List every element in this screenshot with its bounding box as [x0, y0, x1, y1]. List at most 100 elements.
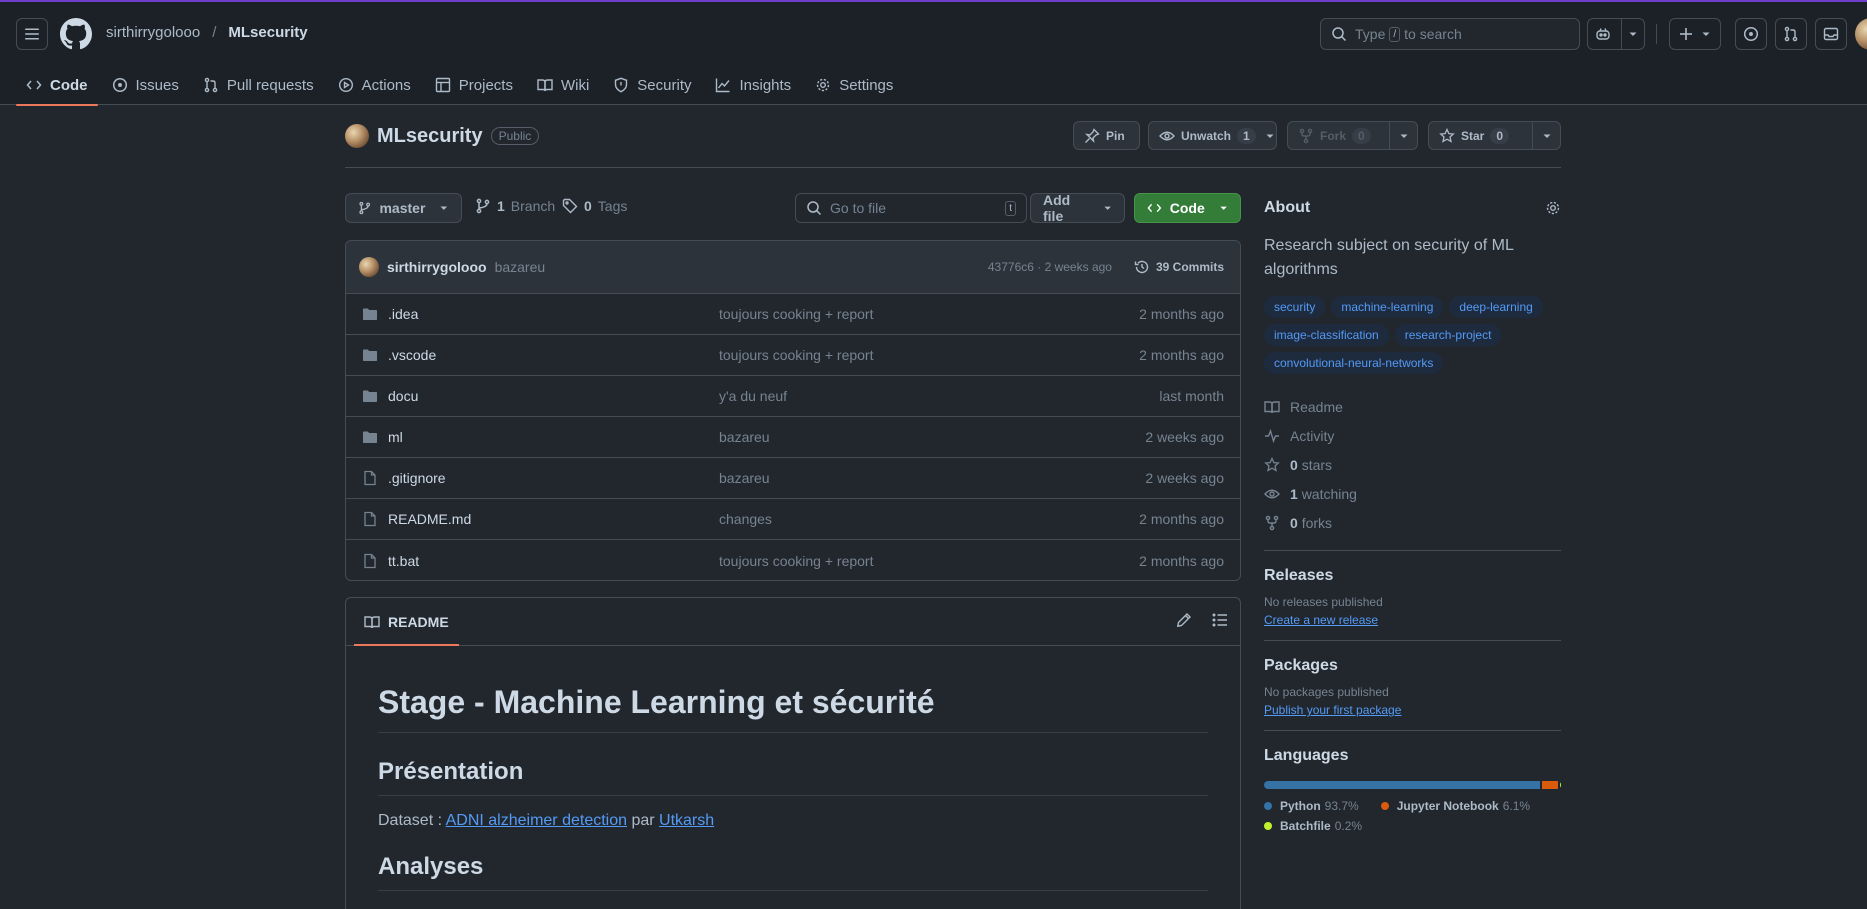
topic-tag[interactable]: security — [1264, 296, 1326, 318]
language-item[interactable]: Python 93.7% — [1264, 799, 1359, 813]
search-icon — [1332, 27, 1347, 42]
file-row[interactable]: ml bazareu 2 weeks ago — [346, 417, 1240, 458]
releases-empty: No releases published — [1264, 595, 1383, 609]
file-row[interactable]: .idea toujours cooking + report 2 months a… — [346, 294, 1240, 335]
fork-dropdown[interactable] — [1389, 122, 1417, 149]
unwatch-button[interactable]: Unwatch 1 — [1148, 121, 1277, 150]
file-commit-message[interactable]: toujours cooking + report — [719, 553, 873, 569]
file-row[interactable]: .gitignore bazareu 2 weeks ago — [346, 458, 1240, 499]
publish-package-link[interactable]: Publish your first package — [1264, 703, 1561, 717]
tags-link[interactable]: 0 Tags — [562, 198, 627, 214]
add-file-button[interactable]: Add file — [1030, 192, 1125, 224]
tab-actions-label: Actions — [361, 76, 411, 94]
file-name-link[interactable]: docu — [388, 388, 418, 404]
commit-message[interactable]: bazareu — [495, 259, 546, 275]
pin-button[interactable]: Pin — [1073, 121, 1140, 150]
forks-link[interactable]: 0 forks — [1264, 508, 1561, 537]
file-commit-message[interactable]: y'a du neuf — [719, 388, 787, 404]
commit-author[interactable]: sirthirrygolooo — [387, 259, 487, 275]
tab-issues[interactable]: Issues — [102, 64, 189, 106]
branch-select-button[interactable]: master — [345, 193, 462, 223]
file-row[interactable]: .vscode toujours cooking + report 2 months… — [346, 335, 1240, 376]
commit-author-avatar[interactable] — [359, 257, 379, 277]
fork-button[interactable]: Fork 0 — [1287, 121, 1418, 150]
inbox-button[interactable] — [1815, 18, 1847, 50]
file-commit-message[interactable]: bazareu — [719, 470, 770, 486]
dataset-author-link[interactable]: Utkarsh — [659, 812, 714, 829]
menu-button[interactable] — [16, 18, 48, 50]
file-row-icon — [362, 347, 378, 363]
owner-link[interactable]: sirthirrygolooo — [106, 24, 200, 41]
language-item[interactable]: Jupyter Notebook 6.1% — [1380, 799, 1530, 813]
search-icon — [807, 201, 822, 216]
file-commit-message[interactable]: changes — [719, 511, 772, 527]
repo-link[interactable]: MLsecurity — [228, 24, 307, 41]
pencil-icon[interactable] — [1176, 612, 1192, 628]
releases-title[interactable]: Releases — [1264, 567, 1561, 585]
owner-avatar[interactable] — [345, 124, 369, 148]
commits-link[interactable]: 39 Commits — [1134, 259, 1224, 275]
topic-tag[interactable]: image-classification — [1264, 324, 1389, 346]
topic-tag[interactable]: convolutional-neural-networks — [1264, 352, 1444, 374]
star-button[interactable]: Star 0 — [1428, 121, 1561, 150]
language-item[interactable]: Batchfile 0.2% — [1264, 819, 1362, 833]
topic-tag[interactable]: research-project — [1394, 324, 1502, 346]
copilot-button[interactable] — [1587, 18, 1645, 50]
issues-button[interactable] — [1735, 18, 1767, 50]
topic-tag[interactable]: machine-learning — [1331, 296, 1444, 318]
file-commit-message[interactable]: bazareu — [719, 429, 770, 445]
tab-insights[interactable]: Insights — [705, 64, 801, 106]
file-name-link[interactable]: .idea — [388, 306, 418, 322]
star-dropdown[interactable] — [1532, 122, 1560, 149]
file-name-link[interactable]: tt.bat — [388, 553, 419, 569]
topic-tag[interactable]: deep-learning — [1449, 296, 1543, 318]
user-avatar[interactable] — [1855, 18, 1867, 50]
tab-security[interactable]: Security — [603, 64, 701, 106]
languages-title: Languages — [1264, 747, 1349, 764]
watching-link[interactable]: 1 watching — [1264, 479, 1561, 508]
tab-projects[interactable]: Projects — [425, 64, 523, 106]
tab-settings[interactable]: Settings — [805, 64, 903, 106]
tab-wiki[interactable]: Wiki — [527, 64, 599, 106]
activity-link[interactable]: Activity — [1264, 421, 1561, 450]
tab-code[interactable]: Code — [16, 64, 98, 106]
file-table: sirthirrygolooo bazareu 43776c6 · 2 week… — [345, 240, 1241, 581]
file-name-link[interactable]: README.md — [388, 511, 471, 527]
go-to-file-input[interactable]: Go to file t — [795, 193, 1027, 223]
code-label: Code — [1169, 200, 1205, 216]
file-row[interactable]: tt.bat toujours cooking + report 2 months … — [346, 540, 1240, 580]
unwatch-dropdown[interactable] — [1264, 122, 1276, 149]
readme-tools — [1176, 612, 1228, 628]
file-name-link[interactable]: .gitignore — [388, 470, 446, 486]
dataset-link[interactable]: ADNI alzheimer detection — [446, 812, 627, 829]
stars-link[interactable]: 0 stars — [1264, 450, 1561, 479]
branches-link[interactable]: 1 Branch — [475, 198, 555, 214]
file-name-link[interactable]: ml — [388, 429, 403, 445]
list-unordered-icon[interactable] — [1212, 612, 1228, 628]
pull-requests-button[interactable] — [1775, 18, 1807, 50]
create-new-button[interactable] — [1669, 18, 1721, 50]
branch-name: master — [379, 200, 426, 216]
readme-link[interactable]: Readme — [1264, 392, 1561, 421]
file-row[interactable]: README.md changes 2 months ago — [346, 499, 1240, 540]
gear-icon[interactable] — [1545, 200, 1561, 216]
about-description: Research subject on security of ML algor… — [1264, 237, 1514, 278]
tab-pull-requests[interactable]: Pull requests — [193, 64, 324, 106]
file-commit-message[interactable]: toujours cooking + report — [719, 347, 873, 363]
repo-name[interactable]: MLsecurity — [377, 125, 483, 148]
file-commit-message[interactable]: toujours cooking + report — [719, 306, 873, 322]
readme-heading-analyses: Analyses — [378, 852, 1208, 891]
commit-meta[interactable]: 43776c6 · 2 weeks ago — [988, 260, 1112, 274]
file-name-link[interactable]: .vscode — [388, 347, 436, 363]
search-input[interactable]: Type / to search — [1320, 18, 1580, 50]
readme-tab[interactable]: README — [354, 598, 459, 646]
readme-heading-presentation: Présentation — [378, 757, 1208, 796]
github-logo-icon[interactable] — [60, 18, 92, 50]
tab-actions[interactable]: Actions — [328, 64, 421, 106]
copilot-icon — [1595, 28, 1610, 40]
code-dropdown-button[interactable]: Code — [1134, 193, 1241, 223]
file-row-icon — [362, 553, 378, 569]
file-row[interactable]: docu y'a du neuf last month — [346, 376, 1240, 417]
packages-title[interactable]: Packages — [1264, 657, 1561, 675]
create-release-link[interactable]: Create a new release — [1264, 613, 1561, 627]
